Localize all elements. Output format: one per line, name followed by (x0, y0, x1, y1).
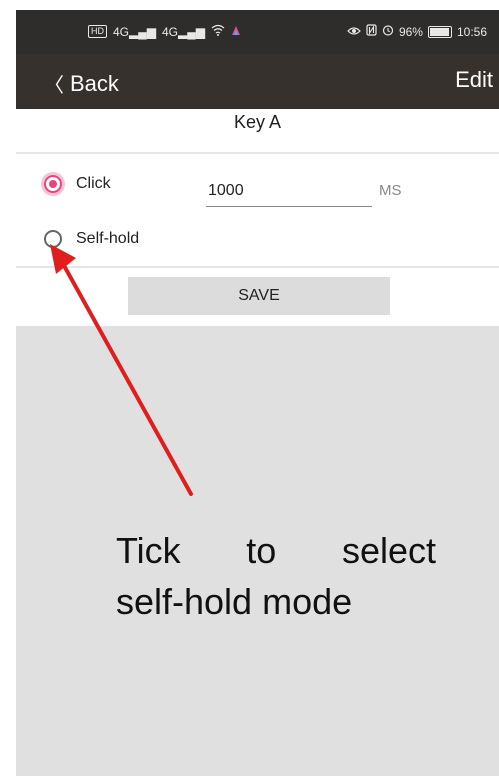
nav-bar: 〈 Back Edit (16, 54, 499, 109)
battery-icon (427, 25, 452, 38)
duration-unit-label: MS (379, 182, 402, 199)
click-option-label: Click (76, 175, 111, 192)
status-left-group: HD 4G▂▄▆ 4G▂▄▆ (88, 24, 241, 39)
signal-2-label: 4G (161, 24, 178, 39)
signal-icon: 4G▂▄▆ (113, 24, 156, 39)
annotation-line-1: Tick to select (116, 530, 436, 571)
signal-icon: 4G▂▄▆ (161, 24, 205, 39)
divider (16, 266, 499, 268)
divider (16, 152, 499, 154)
status-bar: HD 4G▂▄▆ 4G▂▄▆ 96% 10:56 (16, 10, 499, 54)
save-button[interactable]: SAVE (128, 277, 390, 315)
clock-time: 10:56 (456, 24, 487, 39)
page-title: Key A (233, 112, 282, 132)
annotation-text: Tick to select self-hold mode (116, 525, 436, 627)
battery-percent: 96% (398, 24, 423, 39)
annotation-line-2: self-hold mode (116, 581, 353, 622)
hd-icon: HD (88, 25, 107, 38)
eye-icon (347, 25, 361, 39)
back-button[interactable]: 〈 Back (44, 69, 119, 98)
duration-input[interactable] (206, 178, 372, 207)
status-right-group: 96% 10:56 (347, 24, 487, 39)
edit-button[interactable]: Edit (455, 67, 493, 93)
back-label: Back (70, 70, 119, 96)
self-hold-radio[interactable] (44, 230, 62, 248)
arrow-head (50, 244, 76, 274)
battery-fill (429, 27, 450, 36)
click-radio[interactable] (44, 175, 62, 193)
nfc-icon (366, 24, 377, 39)
self-hold-option-label: Self-hold (76, 230, 140, 247)
alarm-icon (382, 24, 394, 39)
signal-1-label: 4G (113, 24, 130, 39)
wifi-icon (211, 24, 225, 39)
app-icon (231, 24, 241, 39)
chevron-left-icon: 〈 (44, 75, 64, 97)
